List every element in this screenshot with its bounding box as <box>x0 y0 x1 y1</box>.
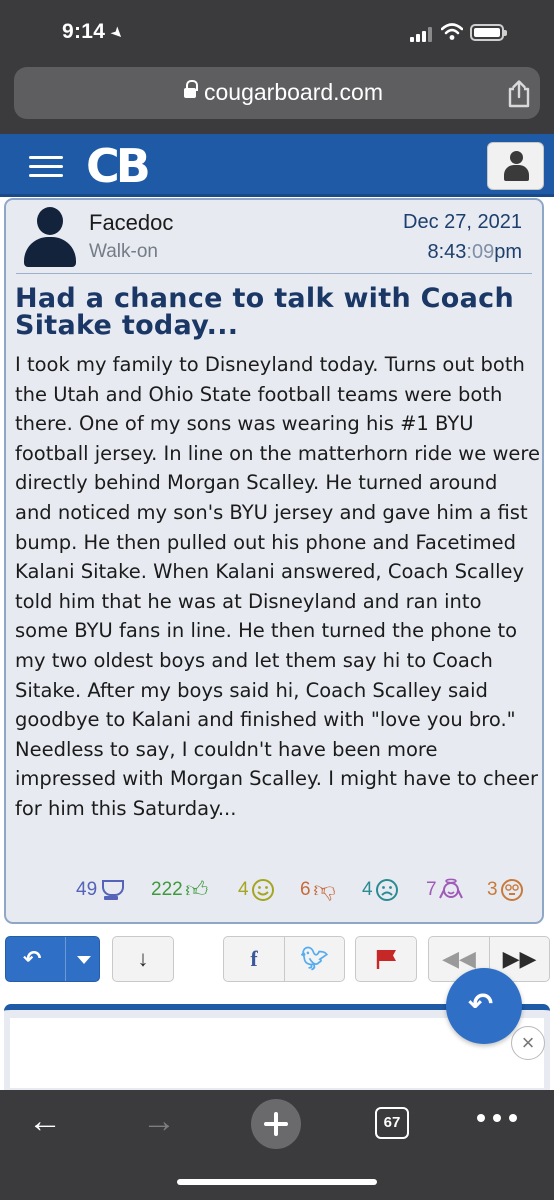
facebook-icon[interactable]: f <box>224 937 284 981</box>
reaction-count: 222 <box>151 879 183 900</box>
share-button-group: f 🐦︎ <box>223 936 345 982</box>
address-bar[interactable]: cougarboard.com <box>14 67 540 119</box>
reaction-frown[interactable]: 4 <box>362 874 399 906</box>
author-name[interactable]: Facedoc <box>89 210 173 236</box>
flag-icon <box>376 950 396 969</box>
eye-roll-icon <box>500 879 523 901</box>
reply-icon: ↶ <box>468 988 494 1021</box>
reaction-count: 4 <box>238 879 249 900</box>
author-rank: Walk-on <box>89 241 158 262</box>
close-icon[interactable]: × <box>511 1026 545 1060</box>
reaction-thumbs-up[interactable]: 222 👍︎ <box>151 874 209 906</box>
forward-arrow-icon[interactable]: → <box>142 1104 182 1138</box>
smile-icon <box>251 879 274 901</box>
frown-icon <box>375 879 398 901</box>
browser-top-bar: 9:14 ➤ cougarboard.com <box>0 0 554 134</box>
status-time: 9:14 ➤ <box>62 20 128 44</box>
hamburger-menu-icon[interactable] <box>29 156 63 178</box>
chevron-down-icon[interactable] <box>77 956 91 964</box>
share-icon[interactable] <box>506 80 532 108</box>
post-date: Dec 27, 2021 <box>403 211 522 233</box>
reaction-trophy[interactable]: 49 <box>76 874 125 906</box>
post-time: 8:43:09pm <box>427 241 522 264</box>
reaction-smile[interactable]: 4 <box>238 874 275 906</box>
site-header: CB TM <box>0 134 554 214</box>
thumbs-up-icon: 👍︎ <box>185 877 209 902</box>
user-icon <box>504 151 529 181</box>
cellular-signal-icon <box>410 26 434 42</box>
post-header: Facedoc Walk-on Dec 27, 2021 8:43:09pm <box>6 200 542 276</box>
status-bar: 9:14 ➤ <box>0 0 554 62</box>
report-button[interactable] <box>355 936 417 982</box>
jump-down-button[interactable]: ↓ <box>112 936 174 982</box>
angel-icon <box>438 878 463 899</box>
post-time-main: 8:43 <box>427 241 467 263</box>
battery-icon <box>470 24 507 41</box>
tab-count-button[interactable]: 67 <box>375 1107 409 1139</box>
reaction-eye-roll[interactable]: 3 <box>487 874 524 906</box>
reaction-count: 4 <box>362 879 373 900</box>
reaction-count: 3 <box>487 879 498 900</box>
reaction-count: 7 <box>426 879 437 900</box>
reply-button-group[interactable]: ↶ <box>5 936 100 982</box>
browser-bottom-bar: ← → 67 <box>0 1090 554 1200</box>
reply-divider <box>65 937 66 981</box>
arrow-down-icon: ↓ <box>137 946 149 971</box>
logo-letter-b: B <box>115 139 151 193</box>
reaction-thumbs-down[interactable]: 6 👎︎ <box>300 874 337 906</box>
back-arrow-icon[interactable]: ← <box>28 1104 68 1138</box>
lock-icon <box>184 80 198 100</box>
post-card: Facedoc Walk-on Dec 27, 2021 8:43:09pm H… <box>4 198 544 924</box>
more-options-icon[interactable] <box>477 1114 517 1124</box>
location-arrow-icon: ➤ <box>106 22 128 44</box>
reply-icon[interactable]: ↶ <box>23 948 49 970</box>
thumbs-down-icon: 👎︎ <box>313 877 336 902</box>
status-time-text: 9:14 <box>62 20 106 43</box>
twitter-icon[interactable]: 🐦︎ <box>284 937 344 981</box>
floating-reply-button[interactable]: ↶ <box>446 968 522 1044</box>
logo-letter-c: C <box>86 139 120 193</box>
site-logo[interactable]: CB TM <box>86 139 190 214</box>
reaction-count: 6 <box>300 879 311 900</box>
reaction-angel[interactable]: 7 <box>426 874 463 906</box>
user-account-button[interactable] <box>487 142 544 190</box>
wifi-icon <box>441 23 463 40</box>
reaction-count: 49 <box>76 879 98 900</box>
reaction-bar: 49 222 👍︎ 4 6 👎︎ 4 7 3 <box>6 874 542 906</box>
address-text: cougarboard.com <box>204 79 383 105</box>
post-title: Had a chance to talk with Coach Sitake t… <box>15 283 514 341</box>
post-body: I took my family to Disneyland today. Tu… <box>15 353 540 820</box>
home-indicator <box>177 1179 377 1185</box>
post-header-divider <box>16 273 532 274</box>
author-avatar-icon[interactable] <box>24 207 76 267</box>
new-tab-plus-icon[interactable] <box>251 1099 301 1149</box>
post-time-suffix: pm <box>494 241 522 263</box>
post-time-seconds: :09 <box>466 241 495 263</box>
trophy-icon <box>99 878 125 902</box>
